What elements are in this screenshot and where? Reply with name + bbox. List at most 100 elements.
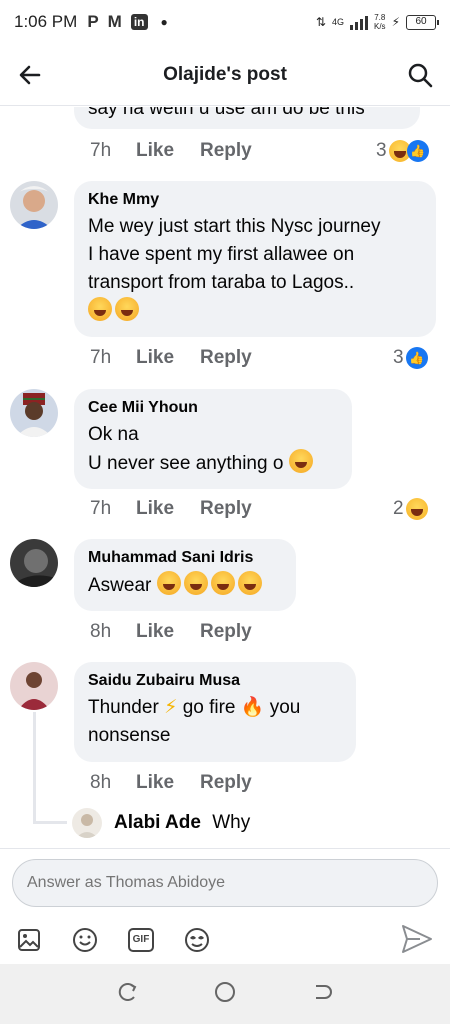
back-nav-button[interactable]	[311, 981, 333, 1008]
gmail-app-icon: M	[107, 12, 122, 31]
reaction-summary[interactable]: 2	[393, 498, 428, 520]
reply-avatar[interactable]	[72, 808, 102, 838]
notification-dot-icon: ●	[160, 15, 168, 29]
recents-button[interactable]	[117, 981, 139, 1008]
avatar-image	[10, 181, 58, 229]
send-icon	[402, 925, 432, 953]
comment-text-line: Me wey just start this Nysc journey	[88, 216, 381, 237]
search-button[interactable]	[390, 44, 450, 106]
page-title: Olajide's post	[163, 63, 287, 85]
comment-author[interactable]: Khe Mmy	[88, 191, 422, 209]
haha-reaction-icon	[405, 498, 428, 520]
avatar[interactable]	[10, 539, 58, 587]
comment-author[interactable]: Cee Mii Yhoun	[88, 399, 338, 417]
home-button[interactable]	[213, 980, 237, 1009]
laughing-emoji-icon	[288, 449, 313, 473]
comment-author[interactable]: Saidu Zubairu Musa	[88, 672, 342, 690]
like-reaction-icon: 👍	[405, 347, 428, 369]
thread-branch	[33, 821, 67, 824]
like-button[interactable]: Like	[136, 621, 200, 643]
avatar-image	[10, 539, 58, 587]
reply-button[interactable]: Reply	[200, 498, 252, 520]
lightning-emoji-icon: ⚡	[164, 697, 178, 718]
reply-text: Why	[212, 812, 251, 833]
comment-text: say na wetin u use am do be this	[88, 107, 365, 119]
comment-author[interactable]: Muhammad Sani Idris	[88, 549, 282, 567]
thread-line	[33, 712, 36, 824]
image-icon	[18, 929, 40, 951]
comment-time: 7h	[90, 140, 112, 161]
reaction-count: 3	[393, 347, 404, 368]
comment-actions: 7h Like Reply	[90, 498, 252, 520]
comment-text: U never see anything o	[88, 453, 284, 474]
reply-button[interactable]: Reply	[200, 621, 252, 643]
net-speed-value: 7.8	[374, 13, 386, 22]
reply-button[interactable]: Reply	[200, 772, 252, 794]
comment-input[interactable]	[12, 859, 438, 907]
pocket-app-icon: P	[87, 12, 99, 31]
signal-icon	[350, 14, 368, 30]
like-button[interactable]: Like	[136, 140, 200, 162]
sticker-icon	[185, 928, 209, 952]
comment-emojis	[88, 297, 422, 326]
reaction-count: 2	[393, 498, 404, 519]
smiley-icon	[73, 928, 97, 952]
header: Olajide's post	[0, 44, 450, 106]
photo-button[interactable]	[14, 925, 44, 955]
reply-preview[interactable]: Alabi Ade Why	[114, 812, 250, 834]
charging-icon: ⚡	[391, 15, 400, 29]
reaction-count: 3	[376, 140, 387, 161]
home-circle-icon	[215, 981, 235, 1002]
comment-time: 8h	[90, 772, 112, 793]
comment-bubble: Saidu Zubairu Musa Thunder ⚡ go fire 🔥 y…	[74, 662, 356, 762]
comment-composer: GIF	[0, 848, 450, 964]
comment-text-line: U never see anything o	[88, 449, 338, 478]
like-button[interactable]: Like	[136, 347, 200, 369]
comment-text-line: Aswear	[88, 571, 282, 600]
comment-actions: 7h Like Reply	[90, 140, 252, 162]
back-nav-icon	[316, 984, 332, 999]
comment-text: you	[269, 697, 301, 718]
comment-time: 7h	[90, 498, 112, 519]
laughing-emoji-icon	[237, 571, 262, 595]
reply-author: Alabi Ade	[114, 812, 201, 833]
search-icon	[408, 63, 433, 87]
comment-actions: 8h Like Reply	[90, 621, 252, 643]
comment-bubble: Muhammad Sani Idris Aswear	[74, 539, 296, 611]
status-time: 1:06 PM	[14, 12, 78, 31]
like-button[interactable]: Like	[136, 772, 200, 794]
system-nav-bar	[0, 964, 450, 1024]
avatar[interactable]	[10, 389, 58, 437]
comment-bubble: Cee Mii Yhoun Ok na U never see anything…	[74, 389, 352, 489]
reaction-summary[interactable]: 3 👍	[393, 347, 428, 369]
reaction-summary[interactable]: 3 👍	[376, 140, 429, 162]
reply-button[interactable]: Reply	[200, 347, 252, 369]
back-arrow-icon	[19, 65, 41, 84]
avatar[interactable]	[10, 662, 58, 710]
comment-bubble: say na wetin u use am do be this	[74, 107, 420, 129]
laughing-emoji-icon	[210, 571, 235, 595]
reply-button[interactable]: Reply	[200, 140, 252, 162]
recents-icon	[118, 982, 137, 1001]
gif-button[interactable]: GIF	[126, 925, 156, 955]
comment-time: 7h	[90, 347, 112, 368]
laughing-emoji-icon	[156, 571, 181, 595]
send-button[interactable]	[400, 923, 436, 957]
gif-label: GIF	[132, 934, 150, 945]
comment-text-line: I have spent my first allawee on	[88, 244, 355, 265]
network-type: 4G	[331, 17, 344, 27]
avatar[interactable]	[10, 181, 58, 229]
comment-feed[interactable]: say na wetin u use am do be this 7h Like…	[0, 107, 450, 847]
comment-text-line: nonsense	[88, 725, 171, 746]
avatar-image	[10, 389, 58, 437]
avatar-image	[72, 808, 102, 838]
emoji-button[interactable]	[70, 925, 100, 955]
net-speed-unit: K/s	[374, 22, 386, 31]
back-button[interactable]	[0, 44, 60, 106]
like-button[interactable]: Like	[136, 498, 200, 520]
sticker-button[interactable]	[182, 925, 212, 955]
laughing-emoji-icon	[183, 571, 208, 595]
battery-icon: 60	[406, 14, 439, 30]
comment-text: go fire	[182, 697, 236, 718]
composer-toolbar: GIF	[14, 925, 212, 955]
